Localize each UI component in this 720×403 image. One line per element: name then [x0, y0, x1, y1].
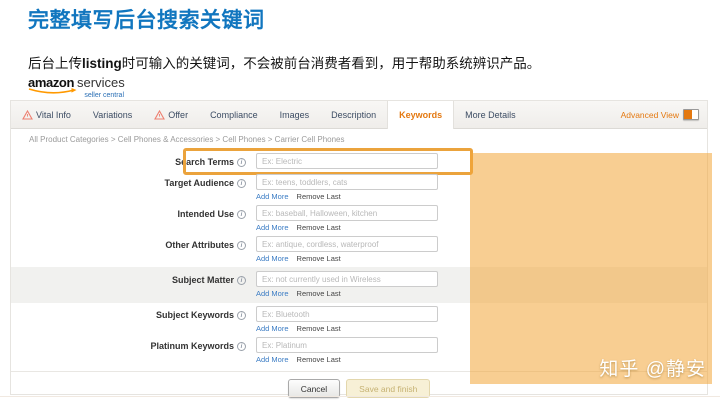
- form-row-search-terms: Search Terms i: [11, 148, 707, 175]
- field-label: Target Audience: [164, 178, 234, 188]
- page: 完整填写后台搜索关键词 后台上传listing时可输入的关键词，不会被前台消费者…: [0, 0, 720, 403]
- subtitle-text: 时可输入的关键词，不会被前台消费者看到，用于帮助系统辨识产品。: [121, 56, 541, 71]
- page-title: 完整填写后台搜索关键词: [28, 9, 265, 32]
- add-more-link[interactable]: Add More: [256, 192, 289, 201]
- tab-keywords[interactable]: Keywords: [387, 101, 455, 129]
- field-label: Intended Use: [177, 209, 234, 219]
- tab-description[interactable]: Description: [320, 101, 387, 128]
- remove-last-link[interactable]: Remove Last: [297, 355, 341, 364]
- form-footer: Cancel Save and finish: [11, 371, 707, 398]
- form-row-subject-matter: Subject Matteri Add More Remove Last: [11, 267, 707, 303]
- amazon-services-logo: amazon services seller central: [28, 76, 138, 99]
- tab-vital-info[interactable]: Vital Info: [11, 101, 82, 128]
- info-icon[interactable]: i: [237, 342, 246, 351]
- advanced-view-label: Advanced View: [620, 109, 679, 120]
- advanced-view-toggle[interactable]: Advanced View: [621, 101, 699, 128]
- info-icon[interactable]: i: [237, 179, 246, 188]
- other-attributes-input[interactable]: [256, 236, 438, 252]
- subtitle-bold-word: listing: [82, 56, 122, 71]
- form-row-target-audience: Target Audiencei Add More Remove Last: [11, 174, 707, 202]
- tab-bar: Vital Info Variations Offer Compliance I…: [11, 101, 707, 129]
- remove-last-link[interactable]: Remove Last: [297, 192, 341, 201]
- tab-offer[interactable]: Offer: [143, 101, 199, 128]
- intended-use-input[interactable]: [256, 205, 438, 221]
- divider: [0, 396, 720, 397]
- subject-keywords-input[interactable]: [256, 306, 438, 322]
- tab-label: Images: [279, 109, 310, 120]
- tab-more-details[interactable]: More Details: [454, 101, 527, 128]
- add-more-link[interactable]: Add More: [256, 289, 289, 298]
- tab-label: Variations: [92, 109, 133, 120]
- info-icon[interactable]: i: [237, 158, 246, 167]
- warning-icon: [154, 109, 166, 120]
- form-row-platinum-keywords: Platinum Keywordsi Add More Remove Last: [11, 337, 707, 365]
- keywords-form: Search Termsi Target Audiencei Add MoreR…: [11, 148, 707, 398]
- target-audience-input[interactable]: [256, 174, 438, 190]
- field-label: Search Terms: [175, 157, 234, 167]
- page-subtitle: 后台上传listing时可输入的关键词，不会被前台消费者看到，用于帮助系统辨识产…: [28, 52, 540, 72]
- form-row-intended-use: Intended Usei Add More Remove Last: [11, 205, 707, 233]
- remove-last-link[interactable]: Remove Last: [297, 254, 341, 263]
- info-icon[interactable]: i: [237, 311, 246, 320]
- tab-label: More Details: [465, 109, 516, 120]
- subject-matter-input[interactable]: [256, 271, 438, 287]
- remove-last-link[interactable]: Remove Last: [297, 223, 341, 232]
- add-more-link[interactable]: Add More: [256, 324, 289, 333]
- tab-images[interactable]: Images: [269, 101, 321, 128]
- field-label: Other Attributes: [165, 240, 234, 250]
- remove-last-link[interactable]: Remove Last: [297, 324, 341, 333]
- seller-central-label: seller central: [84, 92, 124, 99]
- seller-central-panel: Vital Info Variations Offer Compliance I…: [10, 100, 708, 398]
- add-more-link[interactable]: Add More: [256, 254, 289, 263]
- tab-compliance[interactable]: Compliance: [199, 101, 269, 128]
- services-wordmark: services: [77, 75, 125, 90]
- toggle-switch-icon[interactable]: [683, 109, 699, 120]
- add-more-link[interactable]: Add More: [256, 223, 289, 232]
- tab-label: Description: [331, 109, 377, 120]
- info-icon[interactable]: i: [237, 210, 246, 219]
- add-more-link[interactable]: Add More: [256, 355, 289, 364]
- form-row-subject-keywords: Subject Keywordsi Add More Remove Last: [11, 306, 707, 334]
- info-icon[interactable]: i: [237, 276, 246, 285]
- field-label: Subject Matter: [171, 275, 234, 285]
- field-label: Platinum Keywords: [150, 341, 234, 351]
- tab-label: Vital Info: [36, 109, 71, 120]
- tab-label: Keywords: [399, 110, 443, 120]
- subtitle-text: 后台上传: [28, 56, 82, 71]
- tab-label: Compliance: [210, 109, 258, 120]
- breadcrumb: All Product Categories > Cell Phones & A…: [29, 135, 345, 144]
- warning-icon: [22, 109, 33, 120]
- remove-last-link[interactable]: Remove Last: [297, 289, 341, 298]
- info-icon[interactable]: i: [237, 241, 246, 250]
- platinum-keywords-input[interactable]: [256, 337, 438, 353]
- tab-variations[interactable]: Variations: [82, 101, 143, 128]
- form-row-other-attributes: Other Attributesi Add More Remove Last: [11, 236, 707, 264]
- amazon-wordmark: amazon: [28, 75, 75, 90]
- field-label: Subject Keywords: [155, 310, 234, 320]
- tab-label: Offer: [168, 109, 189, 120]
- search-terms-input[interactable]: [256, 153, 438, 169]
